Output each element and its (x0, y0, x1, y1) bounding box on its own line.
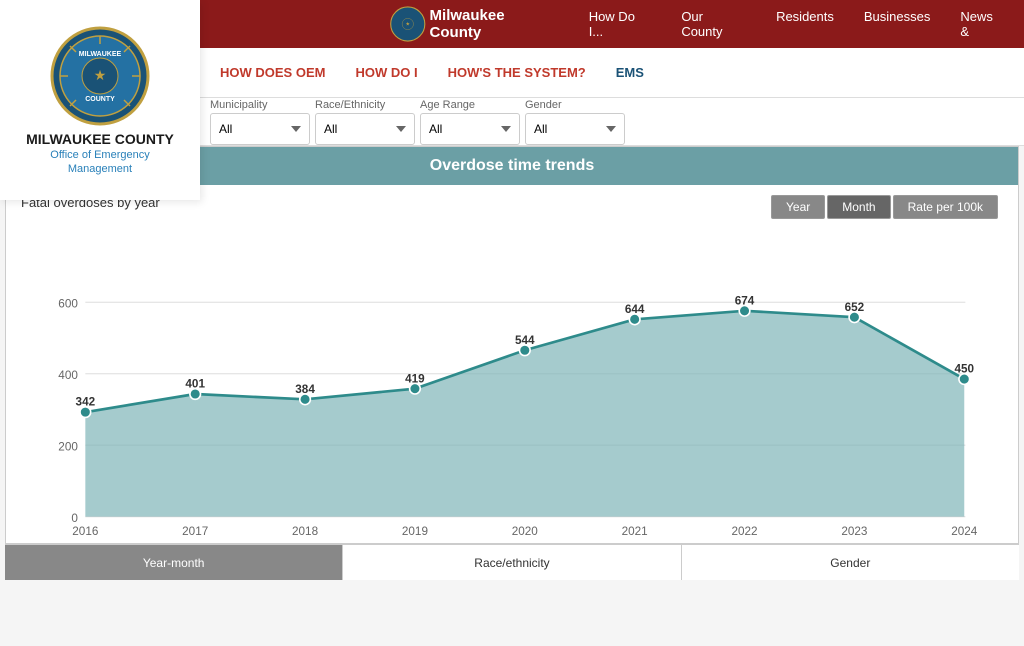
top-navigation: MILWAUKEE COUNTY ★ MILWAUKEE COUNTY Offi… (0, 0, 1024, 48)
filter-age-select[interactable]: All (420, 113, 520, 145)
svg-text:2019: 2019 (402, 525, 428, 538)
svg-text:450: 450 (954, 363, 974, 376)
filter-municipality-select[interactable]: All (210, 113, 310, 145)
sidebar-county-title: MILWAUKEE COUNTY (26, 131, 174, 147)
sec-nav-hows-the-system[interactable]: HOW'S THE SYSTEM? (448, 65, 586, 80)
tab-race-ethnicity-label: Race/ethnicity (474, 556, 549, 570)
line-chart-svg: 0 200 400 600 (21, 218, 1003, 538)
nav-links-container: How Do I... Our County Residents Busines… (589, 9, 1004, 39)
sec-nav-how-do-i[interactable]: HOW DO I (355, 65, 417, 80)
nav-link-residents[interactable]: Residents (776, 9, 834, 39)
filter-race-group: Race/Ethnicity All (315, 99, 415, 145)
filter-age-group: Age Range All (420, 99, 520, 145)
filter-gender-select[interactable]: All (525, 113, 625, 145)
svg-text:2023: 2023 (841, 525, 867, 538)
filter-municipality-label: Municipality (210, 99, 310, 111)
tab-race-ethnicity[interactable]: Race/ethnicity (343, 545, 681, 580)
sidebar-subtitle-1: Office of Emergency (50, 149, 149, 161)
svg-text:2021: 2021 (622, 525, 648, 538)
svg-text:2022: 2022 (731, 525, 757, 538)
svg-text:644: 644 (625, 303, 645, 316)
sidebar-logo-area: MILWAUKEE COUNTY ★ MILWAUKEE COUNTY Offi… (0, 0, 200, 200)
sec-nav-how-does-oem[interactable]: HOW DOES OEM (220, 65, 325, 80)
svg-text:★: ★ (94, 67, 107, 83)
svg-text:400: 400 (58, 369, 78, 382)
tab-year-month[interactable]: Year-month (5, 545, 343, 580)
svg-text:0: 0 (71, 512, 78, 525)
svg-text:401: 401 (185, 378, 205, 391)
nav-county-name: Milwaukee County (430, 7, 559, 41)
svg-text:544: 544 (515, 334, 535, 347)
svg-text:2020: 2020 (512, 525, 539, 538)
county-seal-icon: MILWAUKEE COUNTY ★ (50, 26, 150, 126)
svg-text:COUNTY: COUNTY (85, 96, 115, 103)
nav-link-how-do-i[interactable]: How Do I... (589, 9, 652, 39)
overdose-chart-container: Overdose time trends Fatal overdoses by … (5, 146, 1019, 544)
svg-text:2016: 2016 (72, 525, 98, 538)
tab-gender-label: Gender (830, 556, 870, 570)
nav-seal-icon: ★ (390, 6, 426, 42)
chart-btn-rate[interactable]: Rate per 100k (893, 195, 998, 219)
nav-link-news[interactable]: News & (960, 9, 1004, 39)
filter-gender-group: Gender All (525, 99, 625, 145)
svg-text:2024: 2024 (951, 525, 978, 538)
svg-text:674: 674 (735, 294, 755, 307)
chart-title: Overdose time trends (430, 157, 595, 174)
svg-text:2018: 2018 (292, 525, 319, 538)
nav-link-businesses[interactable]: Businesses (864, 9, 930, 39)
sec-nav-ems[interactable]: EMS (616, 65, 644, 80)
filter-age-label: Age Range (420, 99, 520, 111)
svg-text:200: 200 (58, 441, 78, 454)
bottom-tabs: Year-month Race/ethnicity Gender (5, 544, 1019, 580)
chart-btn-month[interactable]: Month (827, 195, 890, 219)
chart-body: Fatal overdoses by year Year Month Rate … (6, 185, 1018, 543)
chart-svg-area: 0 200 400 600 (21, 218, 1003, 538)
filter-race-select[interactable]: All (315, 113, 415, 145)
svg-text:2017: 2017 (182, 525, 208, 538)
svg-text:419: 419 (405, 372, 425, 385)
filter-race-label: Race/Ethnicity (315, 99, 415, 111)
sidebar-subtitle-2: Management (68, 163, 132, 175)
svg-text:★: ★ (406, 21, 411, 27)
nav-link-our-county[interactable]: Our County (681, 9, 746, 39)
filter-gender-label: Gender (525, 99, 625, 111)
svg-text:342: 342 (76, 396, 96, 409)
svg-text:384: 384 (295, 383, 315, 396)
chart-btn-year[interactable]: Year (771, 195, 825, 219)
svg-text:652: 652 (845, 301, 865, 314)
chart-controls: Year Month Rate per 100k (771, 195, 998, 219)
svg-text:600: 600 (58, 298, 78, 311)
filter-municipality-group: Municipality All (210, 99, 310, 145)
tab-year-month-label: Year-month (143, 556, 205, 570)
tab-gender[interactable]: Gender (682, 545, 1019, 580)
svg-text:MILWAUKEE: MILWAUKEE (79, 51, 122, 58)
